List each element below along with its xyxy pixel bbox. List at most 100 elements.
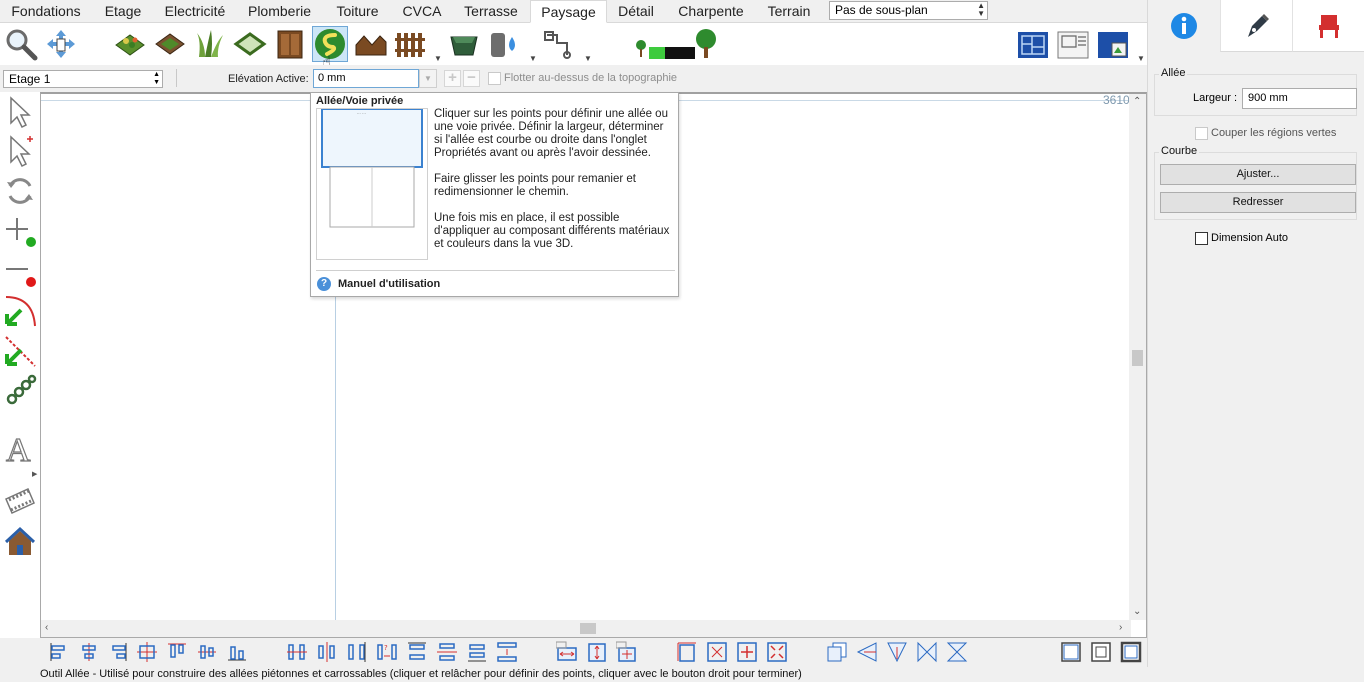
camera-film-icon[interactable]: [2, 484, 38, 520]
plan-view-1-icon[interactable]: [1015, 26, 1051, 62]
vertical-scrollbar[interactable]: ⌃ ⌄: [1129, 94, 1146, 620]
tab-info[interactable]: [1148, 0, 1220, 52]
cabinet-icon[interactable]: [272, 26, 308, 62]
select-add-icon[interactable]: [2, 133, 38, 169]
garden-plot-icon[interactable]: [152, 26, 188, 62]
tree-icon[interactable]: [688, 26, 724, 62]
tab-detail[interactable]: Détail: [607, 0, 665, 23]
distribute-center-icon[interactable]: [316, 641, 338, 663]
plus-icon[interactable]: +: [444, 70, 461, 87]
grow-icon[interactable]: [736, 641, 758, 663]
width-input[interactable]: 900 mm: [1242, 88, 1357, 109]
elevation-input[interactable]: 0 mm: [313, 69, 419, 88]
pan-icon[interactable]: [43, 26, 79, 62]
properties-panel: Allée Largeur : 900 mm Couper les région…: [1147, 0, 1364, 667]
tab-terrain[interactable]: Terrain: [757, 0, 821, 23]
fence-icon[interactable]: [392, 26, 428, 62]
tab-fondations[interactable]: Fondations: [0, 0, 92, 23]
distribute-h-icon[interactable]: [286, 641, 308, 663]
distribute-v-center-icon[interactable]: [436, 641, 458, 663]
frame-outer-icon[interactable]: [1120, 641, 1142, 663]
vertical-scroll-thumb[interactable]: [1132, 350, 1143, 366]
straighten-button[interactable]: Redresser: [1160, 192, 1356, 213]
tab-paysage[interactable]: Paysage: [530, 0, 607, 23]
space-evenly-icon[interactable]: ?: [376, 641, 398, 663]
grass-icon[interactable]: [192, 26, 228, 62]
flip-horizontal-icon[interactable]: [916, 641, 938, 663]
zoom-icon[interactable]: [3, 26, 39, 62]
flip-top-icon[interactable]: [886, 641, 908, 663]
shrink-icon[interactable]: [706, 641, 728, 663]
chevron-right-icon[interactable]: ▶: [32, 470, 37, 478]
flip-vertical-icon[interactable]: [946, 641, 968, 663]
shed-icon[interactable]: [352, 26, 388, 62]
chevron-down-icon[interactable]: ▼: [434, 54, 442, 63]
distribute-right-icon[interactable]: [346, 641, 368, 663]
chevron-up-icon[interactable]: ⌃: [1133, 96, 1141, 107]
distribute-v-bottom-icon[interactable]: [466, 641, 488, 663]
tab-electricite[interactable]: Electricité: [154, 0, 236, 23]
cut-green-checkbox[interactable]: [1195, 127, 1208, 140]
irrigation-icon[interactable]: [541, 26, 577, 62]
chevron-down-icon[interactable]: ▼: [584, 54, 592, 63]
rotate-icon[interactable]: [2, 173, 38, 209]
space-v-evenly-icon[interactable]: [496, 641, 518, 663]
chevron-down-icon[interactable]: ▼: [529, 54, 537, 63]
tab-style[interactable]: [1220, 0, 1292, 52]
distribute-v-top-icon[interactable]: [406, 641, 428, 663]
chevron-left-icon[interactable]: ‹: [45, 622, 48, 633]
chevron-down-icon[interactable]: ▼: [1137, 54, 1145, 63]
plan-view-2-icon[interactable]: [1055, 26, 1091, 62]
tab-toiture[interactable]: Toiture: [323, 0, 392, 23]
house-3d-icon[interactable]: [2, 524, 38, 560]
frame-inner-icon[interactable]: [1090, 641, 1112, 663]
tab-plomberie[interactable]: Plomberie: [236, 0, 323, 23]
select-arrow-icon[interactable]: [2, 94, 38, 130]
chevron-down-icon[interactable]: ⌄: [1133, 606, 1141, 617]
tab-terrasse[interactable]: Terrasse: [452, 0, 530, 23]
float-checkbox[interactable]: [488, 72, 501, 85]
tooltip-title: Allée/Voie privée: [316, 95, 404, 107]
curve-arc-icon[interactable]: [2, 293, 38, 329]
text-icon[interactable]: A: [2, 430, 38, 466]
copy-layout-icon[interactable]: [826, 641, 848, 663]
resize-fit-icon[interactable]: [676, 641, 698, 663]
break-line-icon[interactable]: [2, 333, 38, 369]
level-select[interactable]: Etage 1 ▲ ▼: [3, 70, 163, 88]
horizontal-scrollbar[interactable]: ‹ ›: [41, 620, 1131, 637]
horizontal-scroll-thumb[interactable]: [580, 623, 596, 634]
adjust-button[interactable]: Ajuster...: [1160, 164, 1356, 185]
plant-bed-icon[interactable]: [112, 26, 148, 62]
align-center-icon[interactable]: [78, 641, 100, 663]
pool-icon[interactable]: [446, 26, 482, 62]
remove-point-icon[interactable]: [2, 253, 38, 289]
align-vcenter-icon[interactable]: [196, 641, 218, 663]
chevron-down-icon[interactable]: ▼: [419, 69, 437, 88]
frame-icon[interactable]: [1060, 641, 1082, 663]
tab-cvca[interactable]: CVCA: [392, 0, 452, 23]
tab-objects[interactable]: [1292, 0, 1364, 52]
align-right-icon[interactable]: [107, 641, 129, 663]
add-point-icon[interactable]: [2, 213, 38, 249]
align-top-icon[interactable]: [166, 641, 188, 663]
water-tap-icon[interactable]: [486, 26, 522, 62]
size-width-icon[interactable]: [556, 641, 578, 663]
chevron-right-icon[interactable]: ›: [1119, 622, 1122, 633]
manual-link[interactable]: Manuel d'utilisation: [338, 278, 440, 290]
plan-view-3-icon[interactable]: [1095, 26, 1131, 62]
align-bottom-icon[interactable]: [226, 641, 248, 663]
tab-etage[interactable]: Etage: [92, 0, 154, 23]
auto-dimension-checkbox[interactable]: [1195, 232, 1208, 245]
subplan-select[interactable]: Pas de sous-plan ▲ ▼: [829, 1, 988, 20]
size-both-icon[interactable]: [616, 641, 638, 663]
minus-icon[interactable]: −: [463, 70, 480, 87]
size-height-icon[interactable]: [586, 641, 608, 663]
flip-left-icon[interactable]: [856, 641, 878, 663]
expand-icon[interactable]: [766, 641, 788, 663]
tab-charpente[interactable]: Charpente: [665, 0, 757, 23]
help-icon[interactable]: ?: [317, 277, 331, 291]
chain-icon[interactable]: [2, 373, 38, 409]
align-middle-icon[interactable]: [136, 641, 158, 663]
path-border-icon[interactable]: [232, 26, 268, 62]
align-left-icon[interactable]: [48, 641, 70, 663]
